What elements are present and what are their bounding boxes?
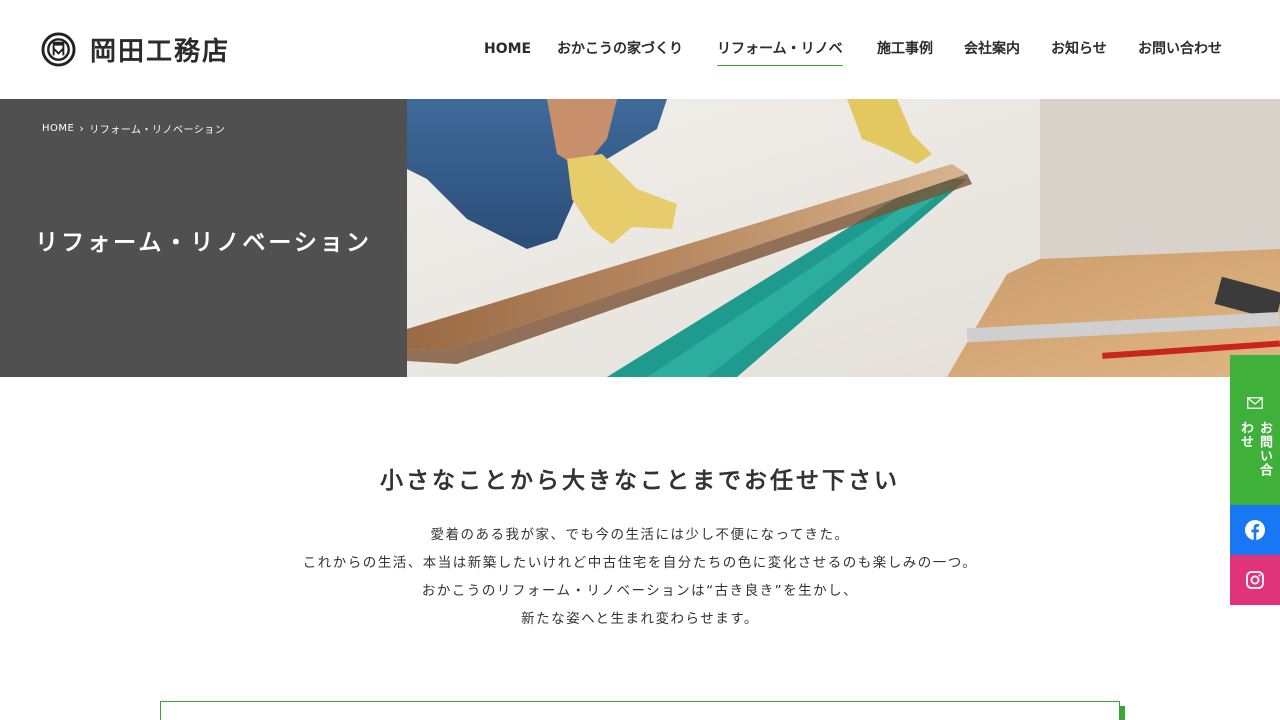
nav-item-works[interactable]: 施工事例 [877, 38, 933, 66]
intro-line: 愛着のある我が家、でも今の生活には少し不便になってきた。 [430, 527, 850, 543]
hero-image [407, 99, 1280, 377]
breadcrumb-home[interactable]: HOME [42, 123, 74, 134]
nav-item-reform-renovation[interactable]: リフォーム・リノベ [717, 38, 843, 66]
nav-item-home[interactable]: HOME [484, 38, 531, 66]
side-contact-label: お問い合わせ [1238, 421, 1272, 477]
intro-line: これからの生活、本当は新築したいけれど中古住宅を自分たちの色に変化させるのも楽し… [302, 555, 978, 571]
breadcrumb-separator-icon: › [79, 122, 85, 135]
instagram-button[interactable] [1230, 555, 1280, 605]
intro-line: 新たな姿へと生まれ変わらせます。 [521, 611, 759, 627]
breadcrumb: HOME › リフォーム・リノベーション [42, 121, 225, 136]
facebook-icon [1245, 520, 1265, 540]
facebook-button[interactable] [1230, 505, 1280, 555]
intro-line: おかこうのリフォーム・リノベーションは“古き良き”を生かし、 [421, 583, 859, 599]
nav-item-news[interactable]: お知らせ [1051, 38, 1107, 66]
side-contact-button[interactable]: お問い合わせ [1230, 355, 1280, 505]
breadcrumb-current: リフォーム・リノベーション [89, 125, 226, 136]
page-title: リフォーム・リノベーション [35, 230, 372, 256]
page-hero: HOME › リフォーム・リノベーション リフォーム・リノベーション [0, 99, 1280, 377]
site-header: 岡田工務店 HOME おかこうの家づくり リフォーム・リノベ 施工事例 会社案内… [0, 0, 1280, 99]
intro-text: 愛着のある我が家、でも今の生活には少し不便になってきた。 これからの生活、本当は… [0, 521, 1280, 633]
nav-item-house-building[interactable]: おかこうの家づくり [557, 38, 683, 66]
section-heading: 小さなことから大きなことまでお任せ下さい [380, 468, 900, 494]
mail-icon [1247, 397, 1263, 409]
content-box [160, 701, 1120, 720]
flooring-installation-illustration [407, 99, 1280, 377]
nav-item-company[interactable]: 会社案内 [964, 38, 1020, 66]
nav-item-contact[interactable]: お問い合わせ [1138, 38, 1222, 66]
hero-title-panel: HOME › リフォーム・リノベーション リフォーム・リノベーション [0, 99, 407, 377]
main-nav: HOME おかこうの家づくり リフォーム・リノベ 施工事例 会社案内 お知らせ … [0, 38, 1280, 68]
content-box-accent [1120, 706, 1125, 720]
instagram-icon [1246, 571, 1264, 589]
